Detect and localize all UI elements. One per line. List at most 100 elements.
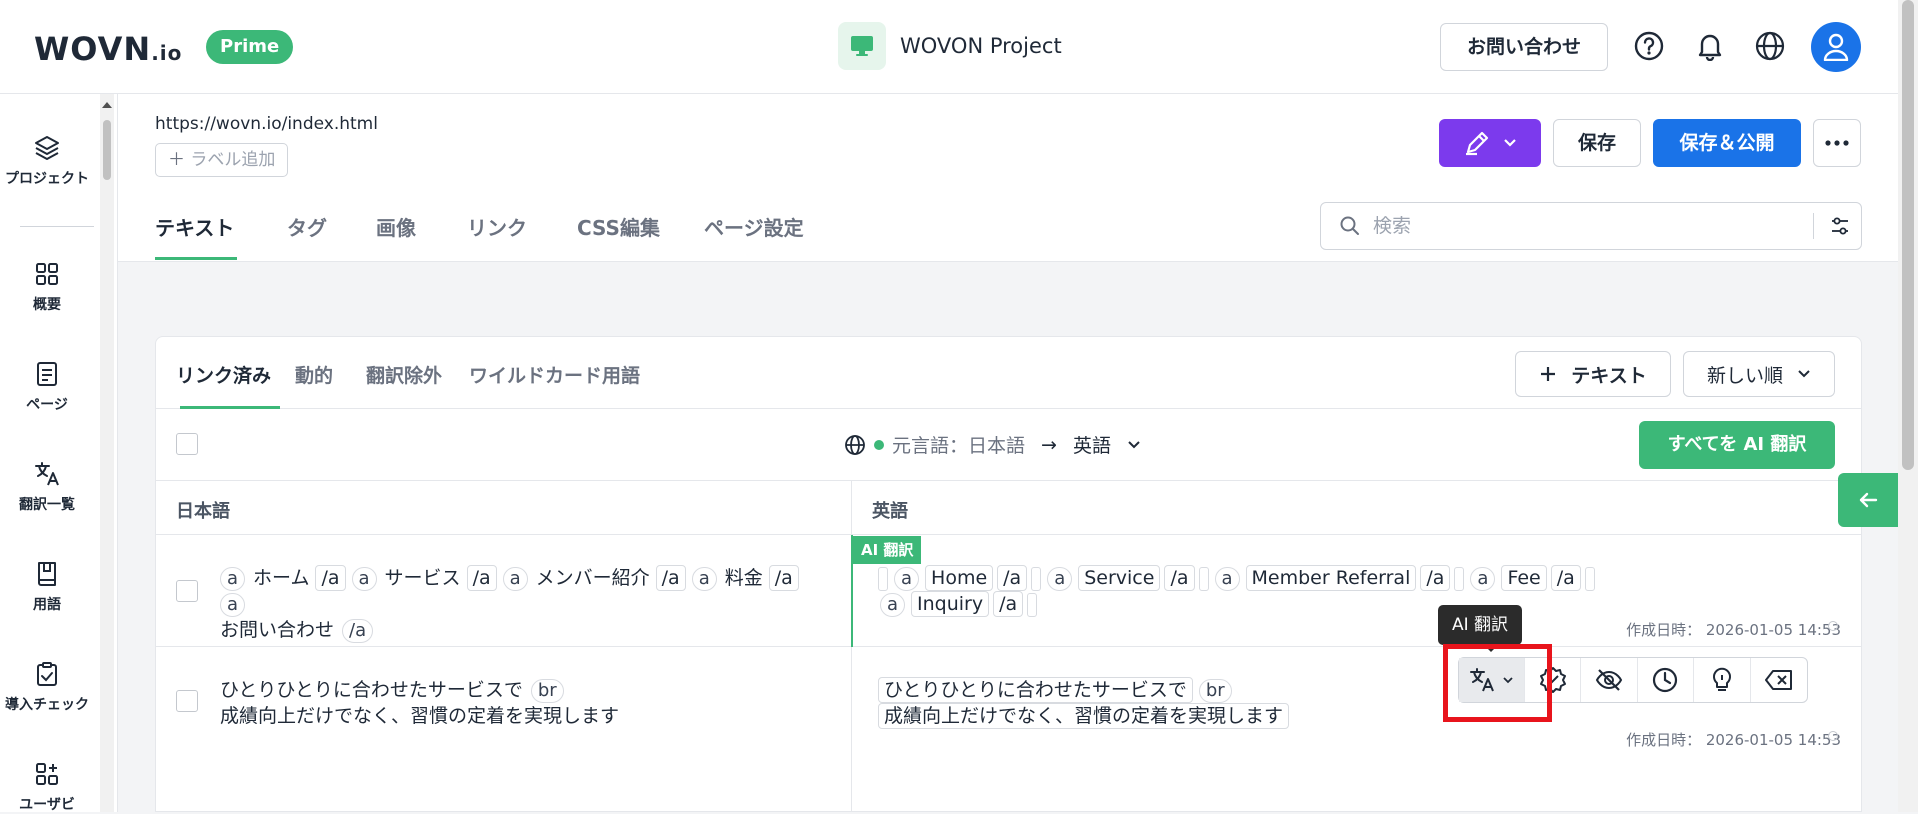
- user-avatar[interactable]: [1811, 22, 1861, 72]
- empty-segment: [1031, 566, 1042, 591]
- add-text-label: テキスト: [1571, 364, 1647, 387]
- tag-chip: a: [220, 567, 246, 591]
- text-segment: サービス: [384, 567, 461, 589]
- page-scrollbar-thumb[interactable]: [1902, 0, 1914, 470]
- tag-chip: a: [691, 567, 717, 591]
- wovn-logo[interactable]: WOVN.io: [34, 30, 182, 68]
- sidebar-item-project[interactable]: プロジェクト: [0, 134, 94, 188]
- subtab-dynamic[interactable]: 動的: [295, 361, 333, 388]
- tab-links[interactable]: リンク: [467, 212, 527, 241]
- bell-icon[interactable]: [1692, 28, 1728, 64]
- sidebar-item-pages[interactable]: ページ: [0, 360, 94, 414]
- source-text[interactable]: ひとりひとりに合わせたサービスで br 成績向上だけでなく、習慣の定着を実現します: [216, 677, 816, 729]
- source-language: 元言語：日本語: [892, 435, 1026, 457]
- edit-mode-button[interactable]: [1439, 119, 1541, 167]
- subtab-wildcard[interactable]: ワイルドカード用語: [469, 361, 640, 388]
- monitor-icon: [838, 22, 886, 70]
- globe-icon: [845, 434, 865, 455]
- sidebar-divider: [20, 226, 94, 227]
- tag-chip: a: [1214, 567, 1240, 591]
- page-scrollbar[interactable]: [1898, 0, 1918, 812]
- clock-icon: [1653, 667, 1678, 693]
- source-text[interactable]: a ホーム/a a サービス/a a メンバー紹介/a a 料金/aa お問い合わせ/a: [216, 565, 816, 643]
- logo-main: WOVN: [34, 30, 152, 68]
- sidebar-item-translations[interactable]: 翻訳一覧: [0, 460, 94, 514]
- project-name: WOVON Project: [900, 34, 1062, 58]
- add-text-button[interactable]: テキスト: [1515, 351, 1671, 397]
- search-input[interactable]: [1373, 211, 1773, 241]
- target-column-header: 英語: [872, 501, 908, 522]
- globe-icon[interactable]: [1752, 28, 1788, 64]
- main-content: https://wovn.io/index.html ＋ ラベル追加 保存 保存…: [118, 94, 1898, 812]
- help-icon[interactable]: [1631, 28, 1667, 64]
- sidebar-item-label: 翻訳一覧: [19, 497, 75, 513]
- text-segment: Member Referral: [1245, 565, 1417, 591]
- chevron-down-icon: [1798, 370, 1810, 378]
- target-language: 英語: [1072, 435, 1111, 457]
- contact-button[interactable]: お問い合わせ: [1440, 23, 1608, 71]
- tag-chip: /a: [1164, 565, 1195, 591]
- clear-button[interactable]: [1751, 658, 1807, 702]
- resize-handle[interactable]: [1828, 731, 1838, 741]
- subtab-excluded[interactable]: 翻訳除外: [366, 361, 442, 388]
- sidebar-item-label: ユーザビ: [19, 797, 75, 813]
- row-checkbox[interactable]: [176, 580, 198, 602]
- user-icon: [1823, 33, 1849, 61]
- save-button[interactable]: 保存: [1553, 119, 1641, 167]
- grid-icon: [36, 263, 58, 285]
- tab-page-settings[interactable]: ページ設定: [704, 212, 804, 241]
- suggestion-button[interactable]: [1694, 658, 1751, 702]
- table-row[interactable]: a ホーム/a a サービス/a a メンバー紹介/a a 料金/aa お問い合わせ/a 作成日…: [156, 535, 1861, 647]
- hide-button[interactable]: [1581, 658, 1638, 702]
- panel-toggle-button[interactable]: [1838, 473, 1898, 527]
- sidebar-item-label: 概要: [33, 297, 61, 313]
- empty-segment: [1027, 592, 1038, 617]
- sidebar-item-setup-check[interactable]: 導入チェック: [0, 660, 94, 714]
- language-selector[interactable]: 元言語：日本語 → 英語: [844, 431, 1141, 458]
- empty-segment: [1198, 566, 1209, 591]
- tag-chip: a: [1047, 567, 1073, 591]
- text-segment: Service: [1078, 565, 1161, 591]
- sidebar-item-label: 導入チェック: [5, 697, 89, 713]
- add-label-button[interactable]: ＋ ラベル追加: [155, 143, 289, 177]
- tag-chip: /a: [1550, 565, 1581, 591]
- target-text[interactable]: a Home/a a Service/a a Member Referral/a a Fee /…: [876, 565, 1836, 617]
- resize-handle[interactable]: [1828, 621, 1838, 631]
- text-segment: メンバー紹介: [535, 567, 650, 589]
- tab-text[interactable]: テキスト: [155, 212, 234, 241]
- sidebar-scrollbar-thumb[interactable]: [103, 120, 111, 180]
- tab-tags[interactable]: タグ: [287, 212, 327, 241]
- text-segment: ホーム: [253, 567, 310, 589]
- sidebar-item-glossary[interactable]: 用語: [0, 560, 94, 614]
- sidebar-item-usability[interactable]: ユーザビ: [0, 760, 94, 814]
- row-checkbox[interactable]: [176, 690, 198, 712]
- sidebar-item-overview[interactable]: 概要: [0, 260, 94, 314]
- sort-select[interactable]: 新しい順: [1683, 351, 1835, 397]
- page-url: https://wovn.io/index.html: [155, 114, 378, 134]
- chevron-down-icon: [1504, 139, 1516, 147]
- tag-chip: a: [351, 567, 377, 591]
- tab-images[interactable]: 画像: [376, 212, 416, 241]
- tag-chip: a: [220, 593, 246, 617]
- filter-settings-icon[interactable]: [1829, 215, 1851, 237]
- tag-chip: /a: [997, 565, 1028, 591]
- arrow-left-icon: [1859, 492, 1878, 508]
- more-icon: [1825, 140, 1849, 146]
- ai-translate-all-button[interactable]: すべてを AI 翻訳: [1639, 421, 1835, 469]
- tag-chip: a: [880, 593, 906, 617]
- book-icon: [38, 562, 56, 586]
- subtab-linked[interactable]: リンク済み: [176, 361, 271, 388]
- save-publish-button[interactable]: 保存＆公開: [1653, 119, 1801, 167]
- sidebar-scrollbar[interactable]: [100, 94, 114, 812]
- scroll-up-icon[interactable]: [100, 100, 114, 110]
- project-selector[interactable]: WOVON Project: [838, 22, 1062, 70]
- more-options-button[interactable]: [1813, 119, 1861, 167]
- tag-chip: a: [502, 567, 528, 591]
- created-timestamp: 作成日時： 2026-01-05 14:53: [1626, 621, 1841, 639]
- tab-css-edit[interactable]: CSS編集: [577, 212, 660, 241]
- plus-icon: [1541, 367, 1556, 381]
- select-all-checkbox[interactable]: [176, 433, 198, 455]
- column-headers: 日本語 英語: [156, 481, 1861, 535]
- history-button[interactable]: [1638, 658, 1695, 702]
- sidebar-item-label: プロジェクト: [5, 171, 89, 187]
